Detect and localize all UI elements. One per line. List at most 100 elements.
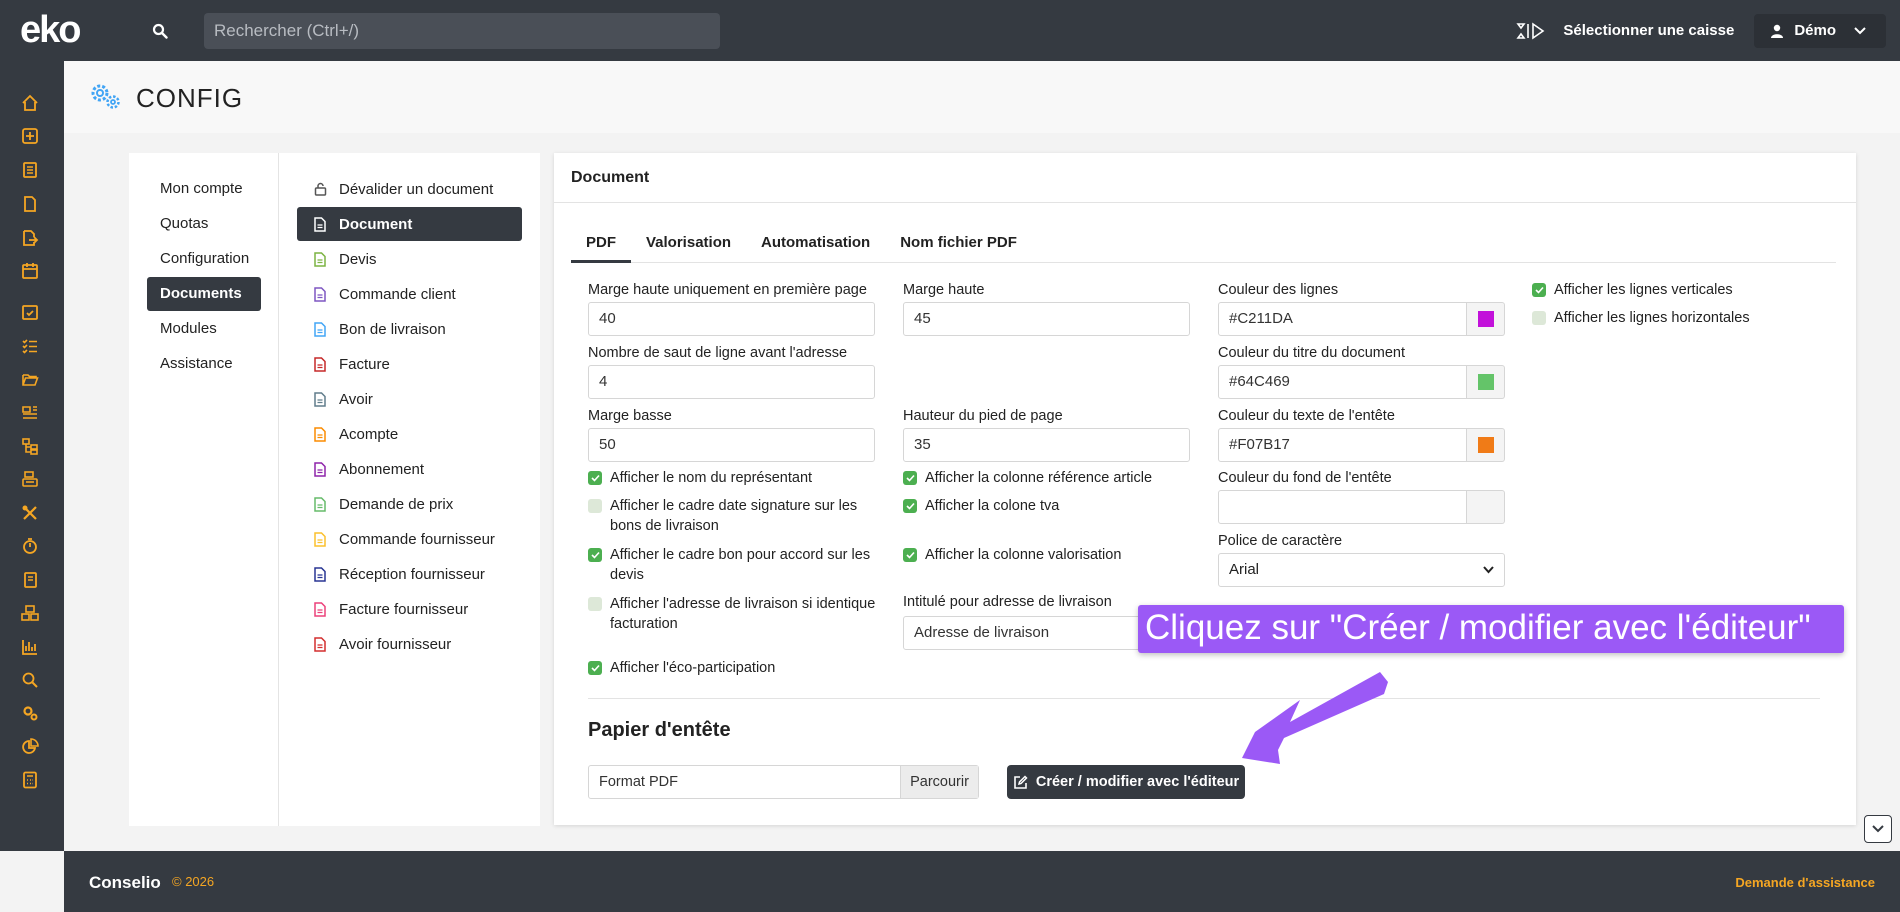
browse-button[interactable]: Parcourir bbox=[900, 766, 978, 798]
select-caisse-link[interactable]: Sélectionner une caisse bbox=[1563, 22, 1734, 39]
couleur-lignes-input[interactable]: #C211DA bbox=[1218, 302, 1467, 336]
user-menu[interactable]: Démo bbox=[1754, 13, 1886, 48]
checkbox-checked[interactable] bbox=[588, 661, 602, 675]
checkbox-checked[interactable] bbox=[903, 548, 917, 562]
police-select[interactable]: Arial bbox=[1218, 553, 1505, 587]
menu-item-documents[interactable]: Documents bbox=[147, 277, 261, 311]
app-logo[interactable]: eko bbox=[20, 10, 98, 50]
doc-menu-item[interactable]: Avoir fournisseur bbox=[297, 627, 522, 661]
checkbox-checked[interactable] bbox=[588, 548, 602, 562]
checkbox-checked[interactable] bbox=[903, 471, 917, 485]
sitemap-icon[interactable] bbox=[18, 434, 42, 458]
doc-menu-item[interactable]: Réception fournisseur bbox=[297, 557, 522, 591]
doc-menu-item[interactable]: Bon de livraison bbox=[297, 312, 522, 346]
checkbox-unchecked[interactable] bbox=[588, 597, 602, 611]
checkbox-label: Afficher le cadre date signature sur les… bbox=[610, 498, 858, 534]
help-request-link[interactable]: Demande d'assistance bbox=[1735, 875, 1875, 890]
add-icon[interactable] bbox=[18, 124, 42, 148]
doc-menu-item[interactable]: Demande de prix bbox=[297, 487, 522, 521]
doc-menu-item[interactable]: Facture bbox=[297, 347, 522, 381]
checkbox-unchecked[interactable] bbox=[1532, 311, 1546, 325]
tab-valorisation[interactable]: Valorisation bbox=[631, 223, 746, 263]
checkbox-cadre-bon-accord[interactable]: Afficher le cadre bon pour accord sur le… bbox=[588, 545, 878, 585]
document-icon bbox=[313, 566, 327, 582]
editor-button-label: Créer / modifier avec l'éditeur bbox=[1035, 774, 1240, 790]
calculator-icon[interactable] bbox=[18, 768, 42, 792]
couleur-fond-entete-input[interactable] bbox=[1218, 490, 1467, 524]
tutorial-callout: Cliquez sur "Créer / modifier avec l'édi… bbox=[1138, 605, 1844, 653]
folder-open-icon[interactable] bbox=[18, 367, 42, 391]
export-icon[interactable] bbox=[18, 226, 42, 250]
list-icon[interactable] bbox=[18, 158, 42, 182]
search-icon[interactable] bbox=[142, 14, 178, 48]
doc-menu-item[interactable]: Abonnement bbox=[297, 452, 522, 486]
papier-file-input[interactable]: Format PDF Parcourir bbox=[588, 765, 979, 799]
doc-menu-item[interactable]: Commande client bbox=[297, 277, 522, 311]
boxes-icon[interactable] bbox=[18, 601, 42, 625]
checkbox-eco-participation[interactable]: Afficher l'éco-participation bbox=[588, 658, 878, 678]
bar-chart-icon[interactable] bbox=[18, 635, 42, 659]
color-picker[interactable] bbox=[1467, 490, 1505, 524]
checkbox-cadre-date-signature[interactable]: Afficher le cadre date signature sur les… bbox=[588, 496, 878, 536]
search-input[interactable] bbox=[204, 13, 720, 49]
tutorial-arrow-icon bbox=[1242, 672, 1388, 764]
home-icon[interactable] bbox=[18, 91, 42, 115]
checkbox-adresse-livraison-identique[interactable]: Afficher l'adresse de livraison si ident… bbox=[588, 594, 878, 634]
checkbox-checked[interactable] bbox=[903, 499, 917, 513]
menu-item-quotas[interactable]: Quotas bbox=[147, 207, 261, 241]
couleur-fond-entete-label: Couleur du fond de l'entête bbox=[1218, 470, 1392, 486]
tools-icon[interactable] bbox=[18, 501, 42, 525]
doc-menu-item[interactable]: Dévalider un document bbox=[297, 172, 522, 206]
editor-button[interactable]: Créer / modifier avec l'éditeur bbox=[1007, 765, 1245, 799]
calendar-check-icon[interactable] bbox=[18, 300, 42, 324]
checkbox-colonne-valorisation[interactable]: Afficher la colonne valorisation bbox=[903, 545, 1203, 565]
doc-menu-item[interactable]: Facture fournisseur bbox=[297, 592, 522, 626]
document-icon[interactable] bbox=[18, 192, 42, 216]
search-icon[interactable] bbox=[18, 668, 42, 692]
couleur-texte-entete-input[interactable]: #F07B17 bbox=[1218, 428, 1467, 462]
menu-item-configuration[interactable]: Configuration bbox=[147, 242, 261, 276]
marge-haute-premiere-input[interactable]: 40 bbox=[588, 302, 875, 336]
top-bar: eko Sélectionner une caisse Démo bbox=[0, 0, 1900, 61]
checkbox-unchecked[interactable] bbox=[588, 499, 602, 513]
tab-nom-fichier-pdf[interactable]: Nom fichier PDF bbox=[885, 223, 1032, 263]
cash-register-icon[interactable] bbox=[18, 467, 42, 491]
checkbox-colonne-tva[interactable]: Afficher la colone tva bbox=[903, 496, 1203, 516]
menu-item-modules[interactable]: Modules bbox=[147, 312, 261, 346]
checkbox-colonne-reference[interactable]: Afficher la colonne référence article bbox=[903, 468, 1203, 488]
stopwatch-icon[interactable] bbox=[18, 534, 42, 558]
document-icon bbox=[313, 216, 327, 232]
saut-ligne-input[interactable]: 4 bbox=[588, 365, 875, 399]
address-book-icon[interactable] bbox=[18, 568, 42, 592]
tab-automatisation[interactable]: Automatisation bbox=[746, 223, 885, 263]
checkbox-checked[interactable] bbox=[588, 471, 602, 485]
marge-basse-input[interactable]: 50 bbox=[588, 428, 875, 462]
scroll-down-button[interactable] bbox=[1864, 815, 1892, 843]
doc-menu-item[interactable]: Commande fournisseur bbox=[297, 522, 522, 556]
cash-register-icon[interactable] bbox=[1511, 11, 1551, 51]
checkbox-lignes-verticales[interactable]: Afficher les lignes verticales bbox=[1532, 280, 1792, 300]
color-picker[interactable] bbox=[1467, 365, 1505, 399]
menu-item-assistance[interactable]: Assistance bbox=[147, 347, 261, 381]
checkbox-lignes-horizontales[interactable]: Afficher les lignes horizontales bbox=[1532, 308, 1792, 328]
gears-icon[interactable] bbox=[18, 701, 42, 725]
doc-menu-item[interactable]: Document bbox=[297, 207, 522, 241]
pallet-icon[interactable] bbox=[18, 401, 42, 425]
color-picker[interactable] bbox=[1467, 428, 1505, 462]
pie-chart-icon[interactable] bbox=[18, 735, 42, 759]
card-title: Document bbox=[554, 153, 1856, 203]
tab-pdf[interactable]: PDF bbox=[571, 223, 631, 263]
marge-haute-input[interactable]: 45 bbox=[903, 302, 1190, 336]
doc-menu-item[interactable]: Devis bbox=[297, 242, 522, 276]
hauteur-pied-input[interactable]: 35 bbox=[903, 428, 1190, 462]
doc-menu-item[interactable]: Avoir bbox=[297, 382, 522, 416]
calendar-icon[interactable] bbox=[18, 259, 42, 283]
tasks-icon[interactable] bbox=[18, 334, 42, 358]
checkbox-checked[interactable] bbox=[1532, 283, 1546, 297]
color-picker[interactable] bbox=[1467, 302, 1505, 336]
couleur-titre-input[interactable]: #64C469 bbox=[1218, 365, 1467, 399]
checkbox-nom-representant[interactable]: Afficher le nom du représentant bbox=[588, 468, 878, 488]
menu-item-mon-compte[interactable]: Mon compte bbox=[147, 172, 261, 206]
doc-menu-item[interactable]: Acompte bbox=[297, 417, 522, 451]
doc-menu-label: Dévalider un document bbox=[339, 180, 494, 198]
